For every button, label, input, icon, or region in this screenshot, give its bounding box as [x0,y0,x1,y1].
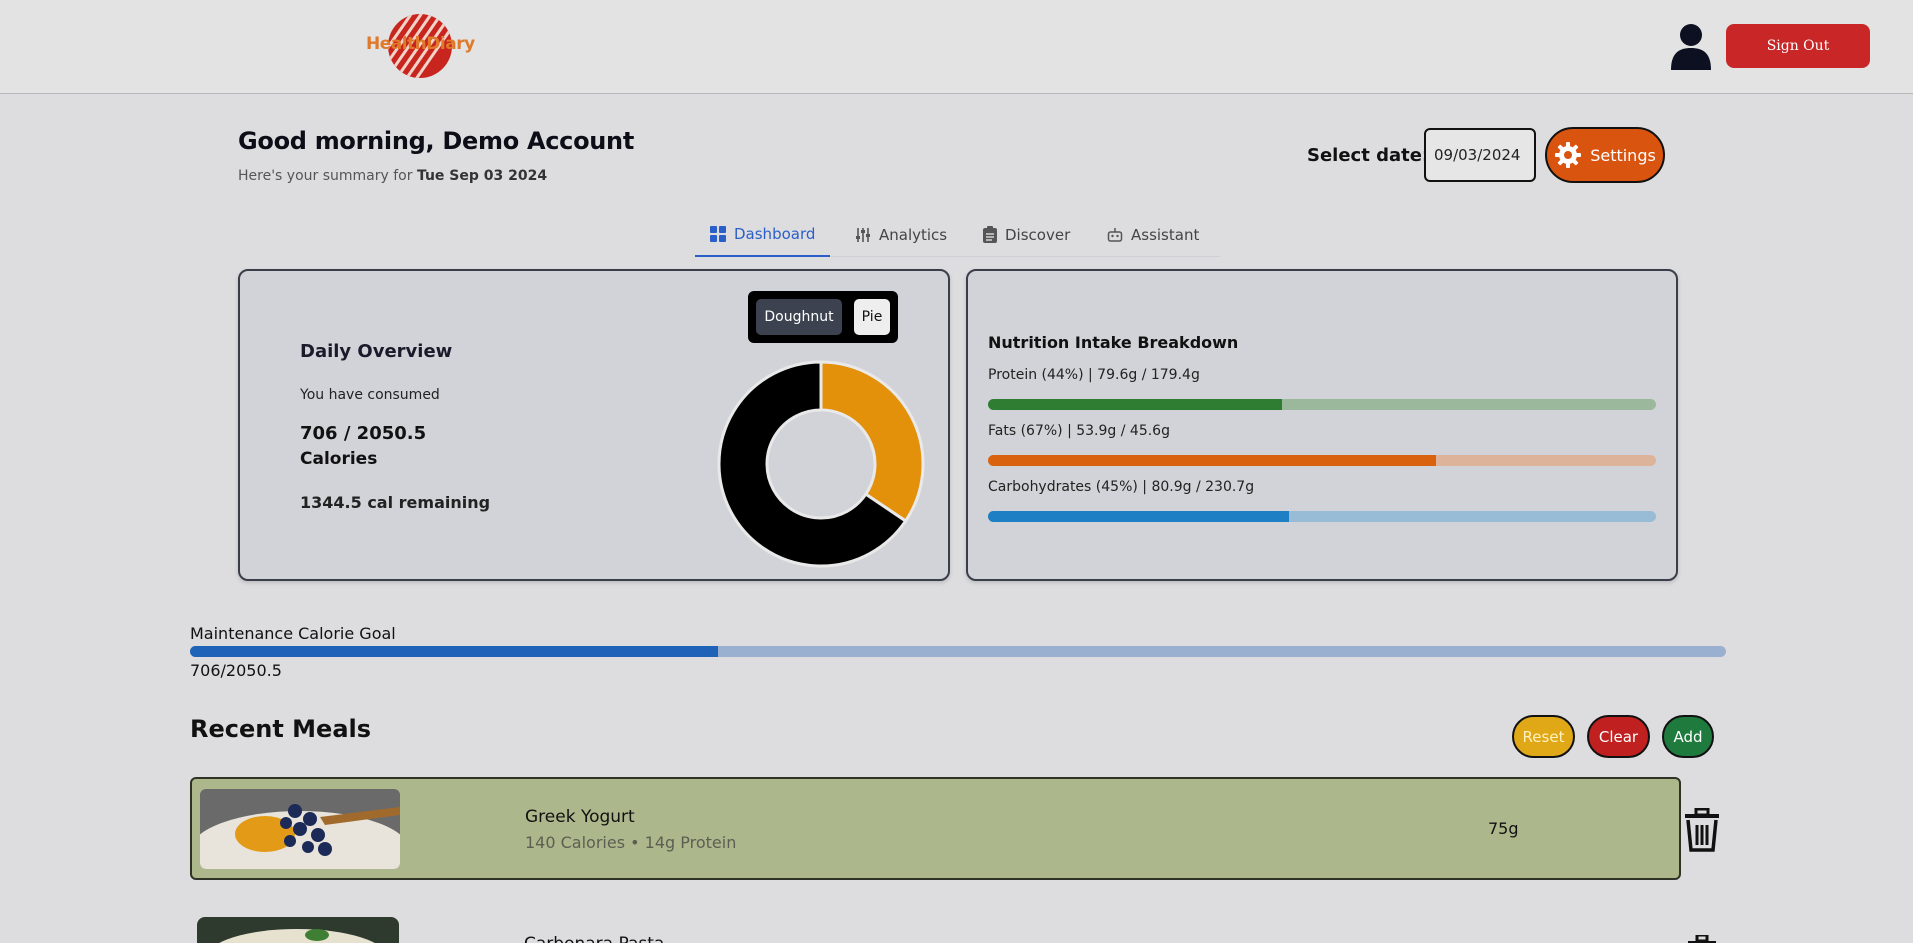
recent-meals-title: Recent Meals [190,715,372,743]
meal-details: 140 Calories • 14g Protein [525,833,737,852]
calories-value: 706 / 2050.5 [300,423,427,444]
fats-progress-bar [988,455,1656,466]
gear-icon [1555,142,1582,168]
select-date-label: Select date: [1307,145,1430,166]
daily-overview-card: Daily Overview You have consumed 706 / 2… [238,269,950,581]
tab-analytics[interactable]: Analytics [855,212,947,257]
protein-label: Protein (44%) | 79.6g / 179.4g [988,367,1200,383]
tab-discover[interactable]: Discover [983,212,1070,257]
meal-row[interactable]: Greek Yogurt 140 Calories • 14g Protein … [190,777,1681,880]
add-button[interactable]: Add [1662,715,1714,758]
clipboard-icon [983,226,997,243]
tab-assistant-label: Assistant [1131,225,1200,244]
daily-overview-title: Daily Overview [300,341,453,362]
summary-prefix: Here's your summary for [238,168,417,184]
user-avatar-icon[interactable] [1670,22,1712,70]
doughnut-toggle-button[interactable]: Doughnut [756,299,842,335]
meal-name: Carbonara Pasta [524,934,664,943]
nutrition-breakdown-card: Nutrition Intake Breakdown Protein (44%)… [966,269,1678,581]
robot-icon [1107,227,1123,242]
fats-label: Fats (67%) | 53.9g / 45.6g [988,423,1170,439]
top-bar: HealthDiary Sign Out [0,0,1913,94]
tab-bar: Dashboard Analytics Discover Assistant [695,212,1220,257]
chart-type-toggle: Doughnut Pie [748,291,898,343]
maintenance-progress-bar [190,646,1726,657]
maintenance-value: 706/2050.5 [190,661,282,680]
calories-unit: Calories [300,449,378,469]
sliders-icon [856,227,870,242]
meal-quantity: 75g [1488,819,1519,838]
summary-date: Tue Sep 03 2024 [416,168,548,184]
settings-button[interactable]: Settings [1545,127,1665,183]
tab-analytics-label: Analytics [879,225,948,244]
maintenance-progress-fill [190,646,719,657]
carbs-progress-fill [988,511,1289,522]
trash-icon[interactable] [1683,808,1721,852]
clear-button[interactable]: Clear [1587,715,1650,758]
fats-progress-fill [988,455,1436,466]
reset-button[interactable]: Reset [1512,715,1575,758]
protein-progress-fill [988,399,1282,410]
carbonara-pasta-image [197,917,399,943]
tab-discover-label: Discover [1005,225,1071,244]
grid-icon [710,225,726,242]
carbs-progress-bar [988,511,1656,522]
tab-dashboard-label: Dashboard [734,224,816,243]
pie-toggle-button[interactable]: Pie [854,299,890,335]
greeting-title: Good morning, Demo Account [238,127,635,155]
tab-assistant[interactable]: Assistant [1107,212,1199,257]
trash-icon[interactable] [1688,935,1716,943]
protein-progress-bar [988,399,1656,410]
summary-text: Here's your summary for Tue Sep 03 2024 [238,168,547,184]
carbs-label: Carbohydrates (45%) | 80.9g / 230.7g [988,479,1255,495]
consumed-label: You have consumed [300,387,440,403]
calorie-doughnut-chart[interactable] [716,359,926,569]
tab-dashboard[interactable]: Dashboard [695,212,830,257]
sign-out-button[interactable]: Sign Out [1726,24,1870,68]
nutrition-title: Nutrition Intake Breakdown [988,333,1239,352]
date-input[interactable] [1424,128,1536,182]
greek-yogurt-image [200,789,400,869]
maintenance-goal-label: Maintenance Calorie Goal [190,624,396,643]
logo-text: HealthDiary [366,34,475,54]
settings-label: Settings [1590,145,1656,165]
meal-name: Greek Yogurt [525,807,635,827]
calories-remaining: 1344.5 cal remaining [300,493,491,512]
